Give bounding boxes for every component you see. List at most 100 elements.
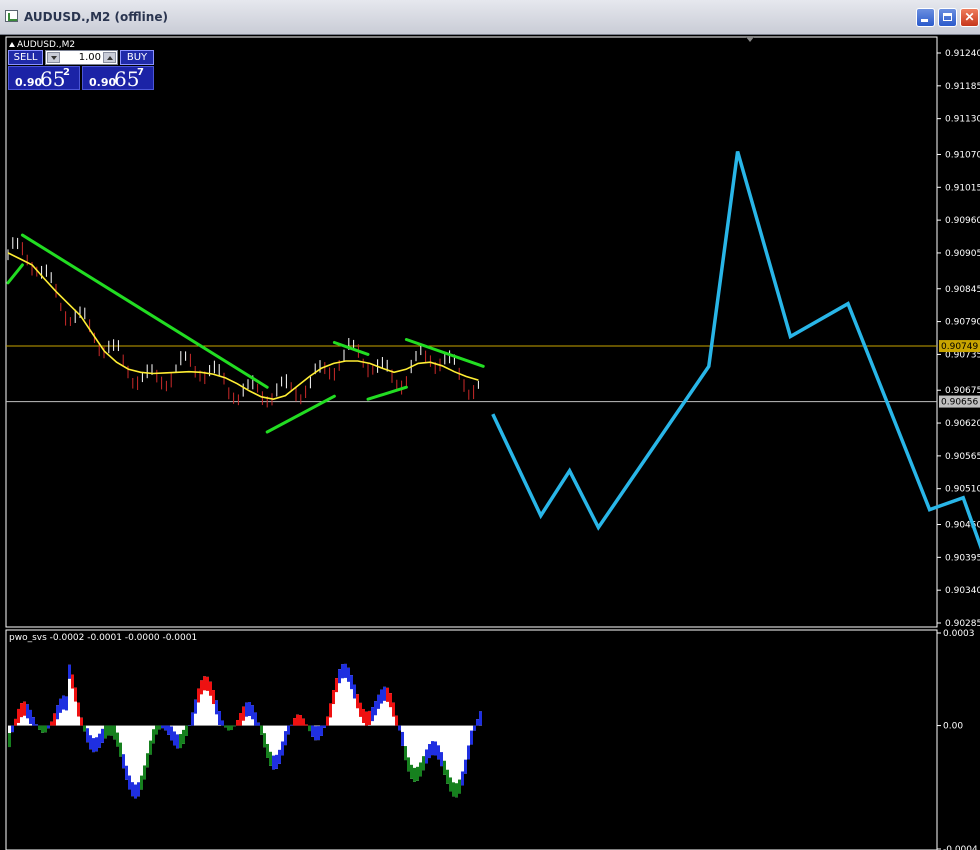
- price-tick-label: 0.90845: [945, 285, 980, 295]
- histogram-bar-tip: [221, 720, 224, 726]
- histogram-bar-tip: [344, 663, 347, 678]
- sell-button[interactable]: SELL: [8, 50, 43, 65]
- symbol-label: AUDUSD.,M2: [9, 40, 75, 50]
- maximize-icon: [943, 13, 952, 21]
- histogram-bar-tip: [347, 667, 350, 682]
- pwo-indicator-histogram: [8, 663, 482, 799]
- histogram-bar-tip: [443, 760, 446, 775]
- histogram-bar-tip: [377, 694, 380, 709]
- histogram-bar-tip: [38, 725, 41, 730]
- histogram-bar-tip: [320, 725, 323, 736]
- histogram-bar-tip: [281, 741, 284, 756]
- histogram-bar-tip: [101, 728, 104, 743]
- chart-window-icon: [5, 10, 18, 22]
- histogram-bar-tip: [341, 664, 344, 679]
- histogram-bar-tip: [74, 687, 77, 702]
- histogram-bar-tip: [161, 725, 164, 729]
- trend-line[interactable]: [20, 233, 269, 389]
- trend-line[interactable]: [6, 263, 24, 285]
- forecast-line[interactable]: [491, 56, 980, 659]
- histogram-bar-tip: [410, 764, 413, 779]
- buy-button[interactable]: BUY: [120, 50, 154, 65]
- sell-price-box[interactable]: 0.90 65 2: [8, 66, 80, 91]
- histogram-bar-tip: [440, 752, 443, 767]
- histogram-bar-tip: [209, 681, 212, 696]
- histogram-bar-tip: [275, 754, 278, 769]
- histogram-bar-tip: [149, 740, 152, 755]
- histogram-bar-tip: [140, 775, 143, 790]
- histogram-bar-tip: [413, 767, 416, 782]
- histogram-bar-tip: [95, 737, 98, 752]
- histogram-bar-tip: [59, 698, 62, 713]
- price-tick-label: 0.90620: [945, 419, 980, 429]
- histogram-bar-tip: [395, 715, 398, 726]
- histogram-bar-tip: [350, 675, 353, 690]
- histogram-bar-tip: [293, 718, 296, 726]
- histogram-bar-tip: [416, 766, 419, 781]
- histogram-bar-tip: [404, 746, 407, 761]
- histogram-bar-tip: [434, 741, 437, 756]
- histogram-bar-tip: [152, 729, 155, 744]
- histogram-bar-tip: [458, 779, 461, 794]
- histogram-bar-tip: [389, 693, 392, 708]
- price-level-label: 0.90749: [941, 342, 978, 352]
- maximize-button[interactable]: [938, 8, 957, 27]
- histogram-bar-tip: [374, 701, 377, 716]
- histogram-bar-tip: [56, 705, 59, 720]
- collapse-arrow-icon[interactable]: [9, 42, 15, 47]
- lot-size-spinner[interactable]: 1.00: [45, 50, 118, 65]
- histogram-bar-tip: [89, 735, 92, 750]
- buy-price-pips: 65: [114, 67, 140, 91]
- close-button[interactable]: ✕: [960, 8, 979, 27]
- chart-canvas[interactable]: 0.91240 0.91185 0.91130 0.91070 0.91015 0.909…: [0, 35, 980, 850]
- histogram-bar-tip: [224, 725, 227, 728]
- histogram-bar-tip: [284, 731, 287, 746]
- histogram-bar-tip: [332, 690, 335, 705]
- lot-size-input[interactable]: 1.00: [62, 51, 101, 64]
- histogram-bar-tip: [227, 725, 230, 731]
- histogram-bar-tip: [41, 725, 44, 733]
- lot-decrease-icon[interactable]: [47, 52, 60, 63]
- histogram-bar-tip: [446, 769, 449, 784]
- histogram-bar-tip: [176, 734, 179, 749]
- histogram-bar-tip: [83, 725, 86, 732]
- histogram-bar-tip: [242, 706, 245, 721]
- price-tick-label: 0.90565: [945, 452, 980, 462]
- histogram-bar-tip: [278, 749, 281, 764]
- histogram-bar-tip: [314, 726, 317, 741]
- histogram-bar-tip: [302, 718, 305, 726]
- minimize-button[interactable]: [916, 8, 935, 27]
- lot-increase-icon[interactable]: [103, 52, 116, 63]
- histogram-bar-tip: [170, 726, 173, 741]
- trend-lines[interactable]: [6, 233, 485, 434]
- histogram-bar-tip: [479, 711, 482, 726]
- buy-price-box[interactable]: 0.90 65 7: [82, 66, 154, 91]
- histogram-bar-tip: [53, 713, 56, 726]
- histogram-bar-tip: [371, 707, 374, 722]
- histogram-bar-tip: [47, 725, 50, 729]
- price-tick-label: 0.91185: [945, 82, 980, 92]
- histogram-bar-tip: [107, 725, 110, 736]
- histogram-bar-tip: [32, 717, 35, 726]
- histogram-bar-tip: [137, 782, 140, 797]
- indicator-tick-label: -0.0004: [943, 845, 978, 850]
- histogram-bar-tip: [185, 725, 188, 736]
- trend-line[interactable]: [366, 385, 408, 401]
- minimize-icon: [921, 19, 928, 22]
- forecast-path[interactable]: [491, 56, 980, 659]
- histogram-bar-tip: [203, 676, 206, 691]
- histogram-bar-tip: [158, 725, 161, 730]
- trend-line[interactable]: [332, 340, 370, 356]
- histogram-bar-tip: [362, 708, 365, 723]
- histogram-bar-tip: [113, 725, 116, 740]
- histogram-bar-tip: [287, 725, 290, 735]
- histogram-bar-tip: [23, 701, 26, 716]
- price-tick-label: 0.90675: [945, 386, 980, 396]
- histogram-bar-tip: [182, 729, 185, 744]
- histogram-bar-tip: [269, 751, 272, 766]
- histogram-bar-tip: [473, 725, 476, 731]
- chart-shift-marker: [746, 37, 754, 42]
- histogram-bar-tip: [110, 725, 113, 736]
- histogram-bar-tip: [461, 771, 464, 786]
- histogram-bar-tip: [68, 664, 71, 679]
